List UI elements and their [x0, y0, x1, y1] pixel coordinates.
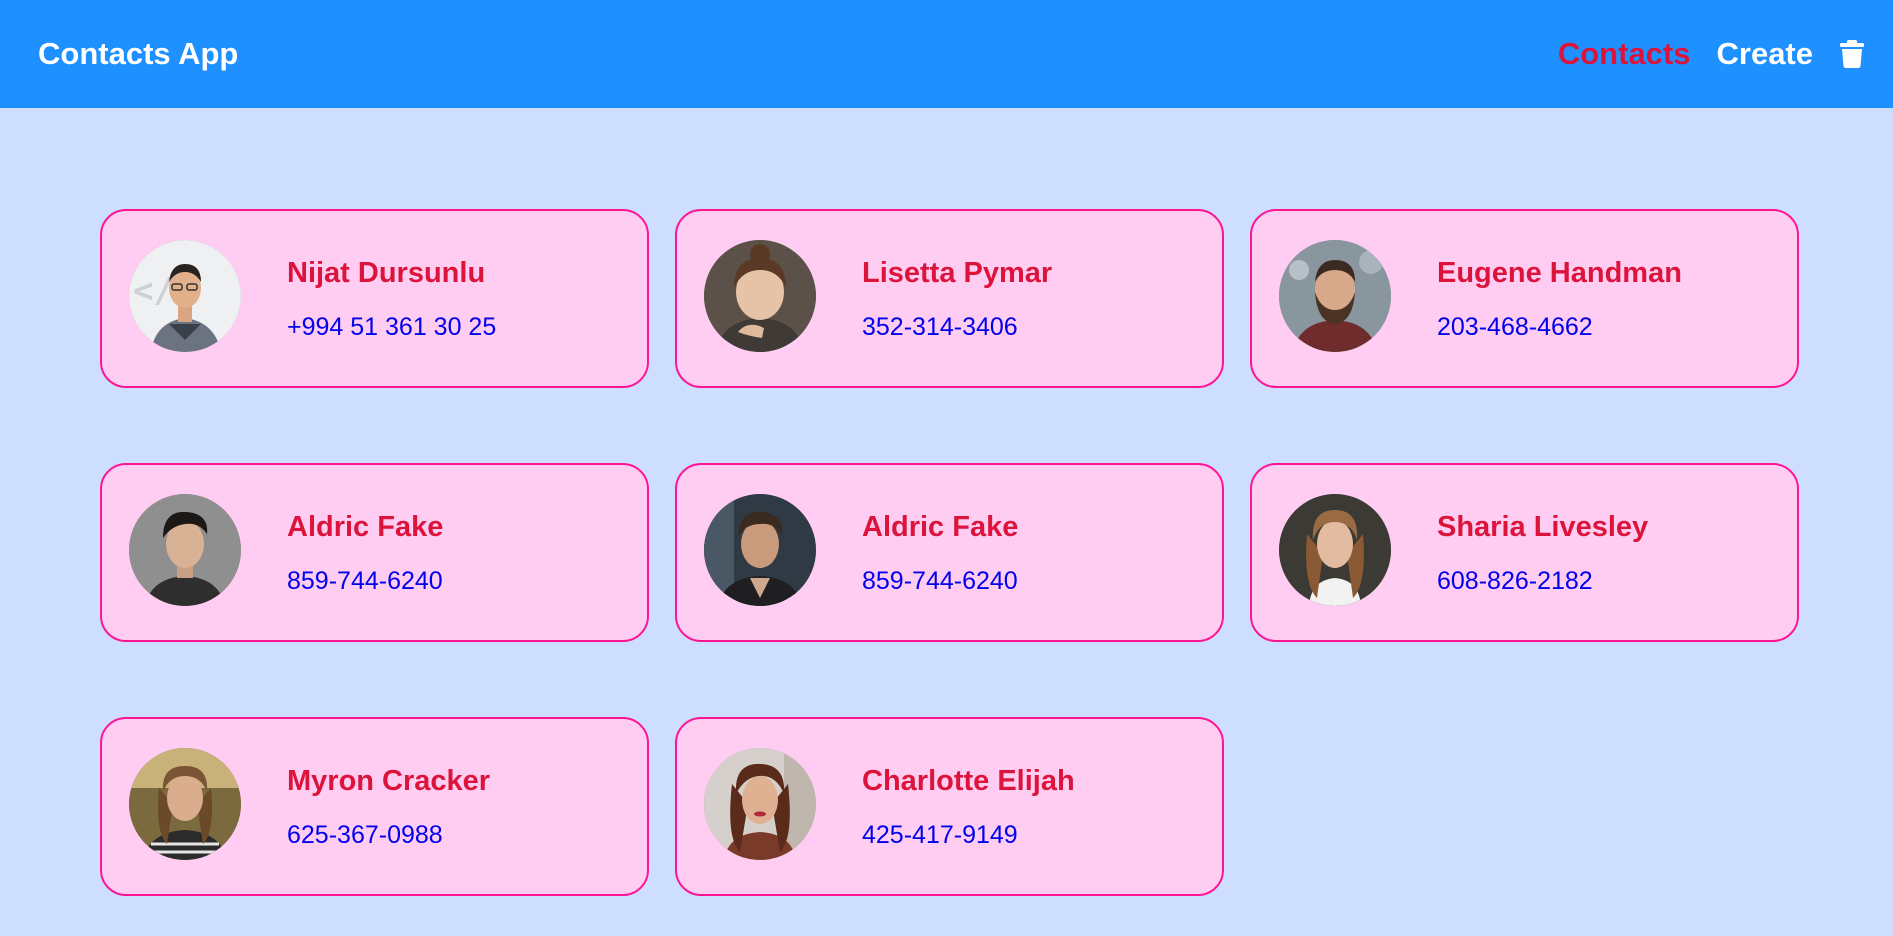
navbar: Contacts App Contacts Create — [0, 0, 1893, 108]
avatar — [1279, 240, 1391, 352]
contact-phone: 352-314-3406 — [862, 313, 1018, 341]
avatar — [1279, 494, 1391, 606]
contact-phone: 203-468-4662 — [1437, 313, 1593, 341]
contact-name: Sharia Livesley — [1437, 511, 1649, 543]
contact-card[interactable]: Charlotte Elijah 425-417-9149 — [675, 717, 1224, 896]
contact-name: Myron Cracker — [287, 765, 491, 797]
avatar — [704, 494, 816, 606]
contact-card[interactable]: Aldric Fake 859-744-6240 — [100, 463, 649, 642]
contact-card[interactable]: Sharia Livesley 608-826-2182 — [1250, 463, 1799, 642]
nav-link-contacts[interactable]: Contacts — [1558, 36, 1691, 72]
avatar — [129, 494, 241, 606]
app-title[interactable]: Contacts App — [38, 36, 238, 72]
contact-card[interactable]: Eugene Handman 203-468-4662 — [1250, 209, 1799, 388]
contact-name: Lisetta Pymar — [862, 257, 1053, 289]
contact-phone: 608-826-2182 — [1437, 567, 1593, 595]
contact-card[interactable]: </> Nijat Dursunlu +994 51 361 30 25 — [100, 209, 649, 388]
contact-card[interactable]: Aldric Fake 859-744-6240 — [675, 463, 1224, 642]
contact-name: Aldric Fake — [862, 511, 1019, 543]
contact-phone: +994 51 361 30 25 — [287, 313, 497, 341]
contact-phone: 859-744-6240 — [287, 567, 443, 595]
contact-name: Nijat Dursunlu — [287, 257, 486, 289]
avatar — [704, 748, 816, 860]
contact-card[interactable]: Lisetta Pymar 352-314-3406 — [675, 209, 1224, 388]
delete-all-button[interactable] — [1839, 39, 1865, 69]
nav-links: Contacts Create — [1558, 36, 1865, 72]
contact-phone: 625-367-0988 — [287, 821, 443, 849]
avatar — [704, 240, 816, 352]
contact-phone: 859-744-6240 — [862, 567, 1018, 595]
trash-icon — [1840, 40, 1864, 68]
avatar: </> — [129, 240, 241, 352]
contact-phone: 425-417-9149 — [862, 821, 1018, 849]
contact-name: Charlotte Elijah — [862, 765, 1075, 797]
avatar — [129, 748, 241, 860]
contact-name: Aldric Fake — [287, 511, 444, 543]
contact-card[interactable]: Myron Cracker 625-367-0988 — [100, 717, 649, 896]
contact-name: Eugene Handman — [1437, 257, 1682, 289]
nav-link-create[interactable]: Create — [1717, 36, 1814, 72]
contacts-grid: </> Nijat Dursunlu +994 51 361 30 25 Lis… — [100, 209, 1799, 896]
